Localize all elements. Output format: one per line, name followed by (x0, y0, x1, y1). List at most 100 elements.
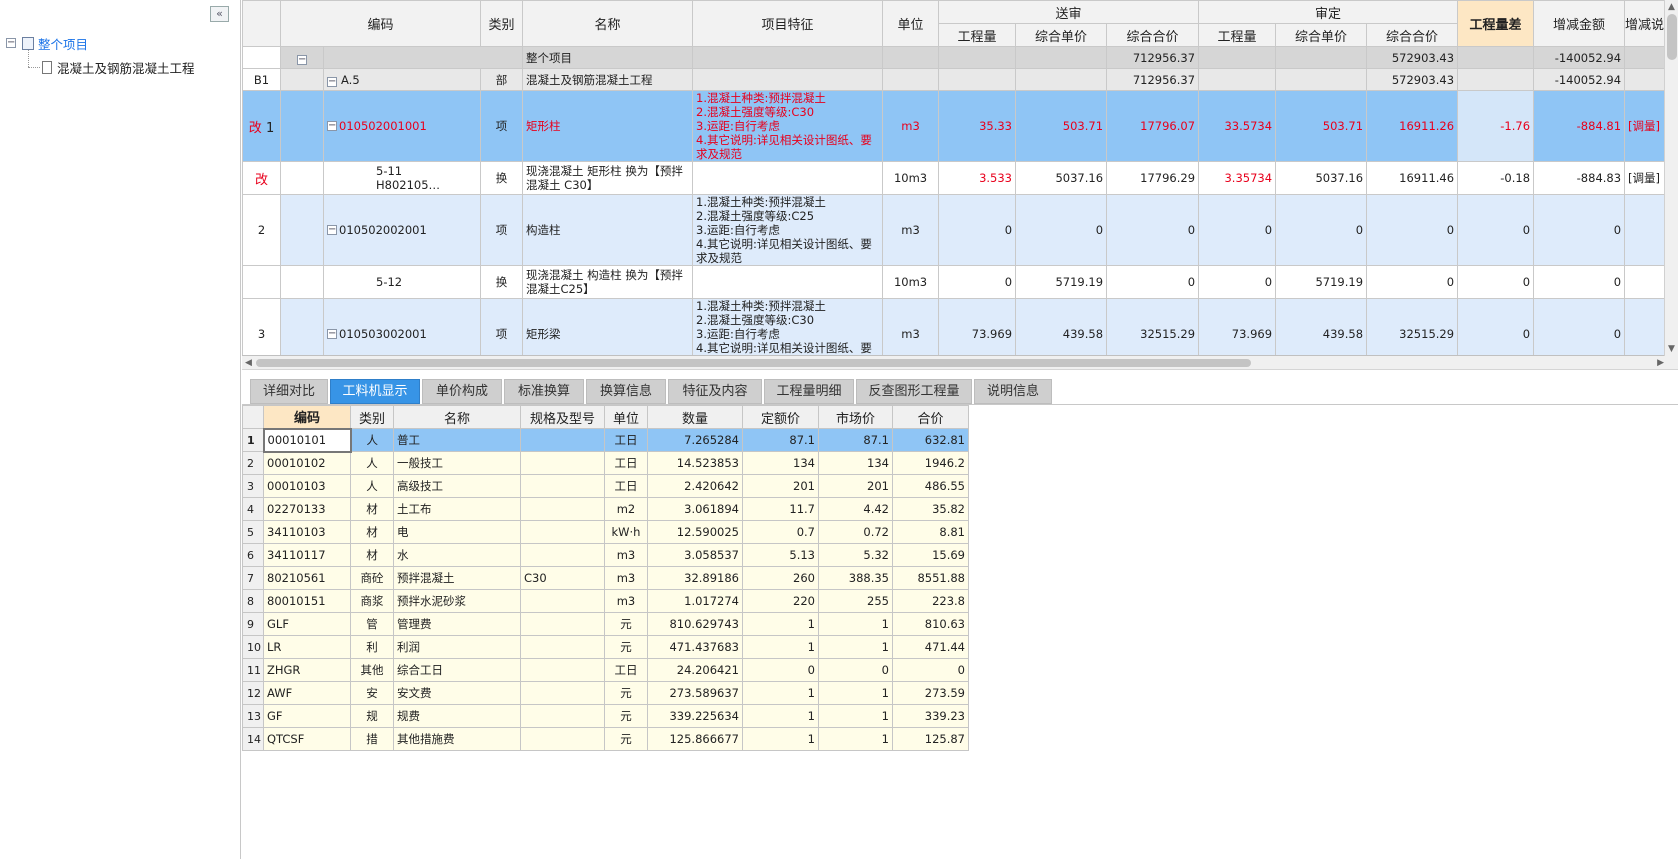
table-row[interactable]: 改 5-11 H802105… 换 现浇混凝土 矩形柱 换为【预拌混凝土 C30… (242, 161, 1664, 195)
resource-name-cell[interactable]: 普工 (393, 428, 521, 452)
resource-quota-cell[interactable]: 0 (742, 658, 819, 682)
resource-name-cell[interactable]: 土工布 (393, 497, 521, 521)
resource-total-cell[interactable]: 810.63 (892, 612, 969, 636)
resource-qty-cell[interactable]: 24.206421 (647, 658, 743, 682)
resource-type-cell[interactable]: 商砼 (350, 566, 394, 590)
resource-name-cell[interactable]: 利润 (393, 635, 521, 659)
resource-total-cell[interactable]: 223.8 (892, 589, 969, 613)
sub-header-market-price[interactable]: 市场价 (818, 405, 893, 429)
resource-total-cell[interactable]: 8.81 (892, 520, 969, 544)
resource-type-cell[interactable]: 规 (350, 704, 394, 728)
resource-row[interactable]: 11 ZHGR 其他 综合工日 工日 24.206421 0 0 0 (242, 658, 969, 682)
collapse-panel-icon[interactable]: « (210, 6, 229, 22)
resource-spec-cell[interactable] (520, 543, 605, 567)
tab-price-composition[interactable]: 单价构成 (422, 379, 502, 404)
resource-market-cell[interactable]: 1 (818, 635, 893, 659)
vertical-scroll-thumb[interactable] (1667, 14, 1677, 60)
resource-type-cell[interactable]: 材 (350, 543, 394, 567)
table-row[interactable]: 2 −010502002001 项 构造柱 1.混凝土种类:预拌混凝土 2.混凝… (242, 194, 1664, 266)
resource-market-cell[interactable]: 201 (818, 474, 893, 498)
tab-detail-compare[interactable]: 详细对比 (250, 379, 328, 404)
sub-header-total[interactable]: 合价 (892, 405, 969, 429)
resource-total-cell[interactable]: 0 (892, 658, 969, 682)
resource-quota-cell[interactable]: 11.7 (742, 497, 819, 521)
resource-quota-cell[interactable]: 0.7 (742, 520, 819, 544)
resource-total-cell[interactable]: 35.82 (892, 497, 969, 521)
resource-row[interactable]: 12 AWF 安安文费元 273.589637 1 1 273.59 (242, 681, 969, 705)
vertical-scrollbar[interactable]: ▲ ▼ (1664, 0, 1678, 356)
resource-total-cell[interactable]: 486.55 (892, 474, 969, 498)
header-feature[interactable]: 项目特征 (692, 0, 884, 47)
resource-quota-cell[interactable]: 1 (742, 704, 819, 728)
resource-row[interactable]: 3 00010103 人高级技工 工日 2.420642 201 201 486.55 (242, 474, 969, 498)
resource-spec-cell[interactable] (520, 681, 605, 705)
tab-resource-display[interactable]: 工料机显示 (330, 379, 420, 404)
resource-code-cell[interactable]: LR (263, 635, 351, 659)
resource-type-cell[interactable]: 措 (350, 727, 394, 751)
resource-total-cell[interactable]: 273.59 (892, 681, 969, 705)
header-change-note[interactable]: 增减说明 (1624, 0, 1664, 47)
scroll-down-icon[interactable]: ▼ (1668, 342, 1675, 356)
resource-unit-cell[interactable]: 元 (604, 635, 648, 659)
header-change-amount[interactable]: 增减金额 (1533, 0, 1626, 47)
resource-market-cell[interactable]: 1 (818, 612, 893, 636)
tab-conversion-info[interactable]: 换算信息 (586, 379, 666, 404)
resource-code-cell[interactable]: 80010151 (263, 589, 351, 613)
resource-total-cell[interactable]: 15.69 (892, 543, 969, 567)
horizontal-scroll-thumb[interactable] (256, 359, 1251, 367)
resource-unit-cell[interactable]: 工日 (604, 451, 648, 475)
tab-quantity-detail[interactable]: 工程量明细 (764, 379, 854, 404)
resource-unit-cell[interactable]: 工日 (604, 428, 648, 452)
resource-total-cell[interactable]: 125.87 (892, 727, 969, 751)
resource-qty-cell[interactable]: 14.523853 (647, 451, 743, 475)
resource-unit-cell[interactable]: m3 (604, 543, 648, 567)
resource-code-cell[interactable]: GF (263, 704, 351, 728)
resource-type-cell[interactable]: 材 (350, 497, 394, 521)
resource-quota-cell[interactable]: 1 (742, 681, 819, 705)
sub-header-qty[interactable]: 数量 (647, 405, 743, 429)
resource-name-cell[interactable]: 一般技工 (393, 451, 521, 475)
resource-code-cell[interactable]: 00010102 (263, 451, 351, 475)
tree-collapse-icon[interactable]: − (6, 38, 16, 48)
sub-header-type[interactable]: 类别 (350, 405, 394, 429)
resource-qty-cell[interactable]: 125.866677 (647, 727, 743, 751)
tab-graphic-quantity[interactable]: 反查图形工程量 (856, 379, 972, 404)
resource-unit-cell[interactable]: 元 (604, 704, 648, 728)
resource-type-cell[interactable]: 利 (350, 635, 394, 659)
resource-row[interactable]: 14 QTCSF 措其他措施费元 125.866677 1 1 125.87 (242, 727, 969, 751)
resource-type-cell[interactable]: 人 (350, 474, 394, 498)
resource-unit-cell[interactable]: m3 (604, 589, 648, 613)
header-code[interactable]: 编码 (279, 0, 482, 47)
resource-row[interactable]: 9 GLF 管管理费元 810.629743 1 1 810.63 (242, 612, 969, 636)
resource-name-cell[interactable]: 水 (393, 543, 521, 567)
resource-code-cell[interactable]: ZHGR (263, 658, 351, 682)
resource-market-cell[interactable]: 255 (818, 589, 893, 613)
resource-market-cell[interactable]: 388.35 (818, 566, 893, 590)
header-send-qty[interactable]: 工程量 (938, 23, 1017, 47)
table-row[interactable]: 5-12 换 现浇混凝土 构造柱 换为【预拌混凝土C25】 10m3 0 571… (242, 265, 1664, 299)
resource-type-cell[interactable]: 人 (350, 428, 394, 452)
resource-row[interactable]: 7 80210561 商砼 预拌混凝土 C30 m3 32.89186 260 388.35 85… (242, 566, 969, 590)
resource-market-cell[interactable]: 5.32 (818, 543, 893, 567)
resource-code-cell[interactable]: 34110103 (263, 520, 351, 544)
resource-spec-cell[interactable] (520, 520, 605, 544)
resource-quota-cell[interactable]: 1 (742, 635, 819, 659)
resource-row[interactable]: 1 00010101 人普工 工日 7.265284 87.1 87.1 632.81 (242, 427, 969, 453)
resource-spec-cell[interactable] (520, 727, 605, 751)
resource-code-cell[interactable]: 00010101 (262, 427, 352, 453)
scroll-up-icon[interactable]: ▲ (1668, 0, 1675, 14)
resource-qty-cell[interactable]: 273.589637 (647, 681, 743, 705)
tab-description[interactable]: 说明信息 (974, 379, 1052, 404)
collapse-icon[interactable]: − (327, 121, 337, 132)
resource-unit-cell[interactable]: 工日 (604, 474, 648, 498)
resource-total-cell[interactable]: 8551.88 (892, 566, 969, 590)
tree-child-label[interactable]: 混凝土及钢筋混凝土工程 (57, 58, 195, 77)
resource-market-cell[interactable]: 1 (818, 704, 893, 728)
resource-type-cell[interactable]: 管 (350, 612, 394, 636)
resource-type-cell[interactable]: 人 (350, 451, 394, 475)
collapse-icon[interactable]: − (327, 76, 337, 87)
resource-market-cell[interactable]: 134 (818, 451, 893, 475)
sub-header-code[interactable]: 编码 (263, 405, 351, 429)
resource-code-cell[interactable]: 00010103 (263, 474, 351, 498)
resource-total-cell[interactable]: 632.81 (892, 428, 969, 452)
